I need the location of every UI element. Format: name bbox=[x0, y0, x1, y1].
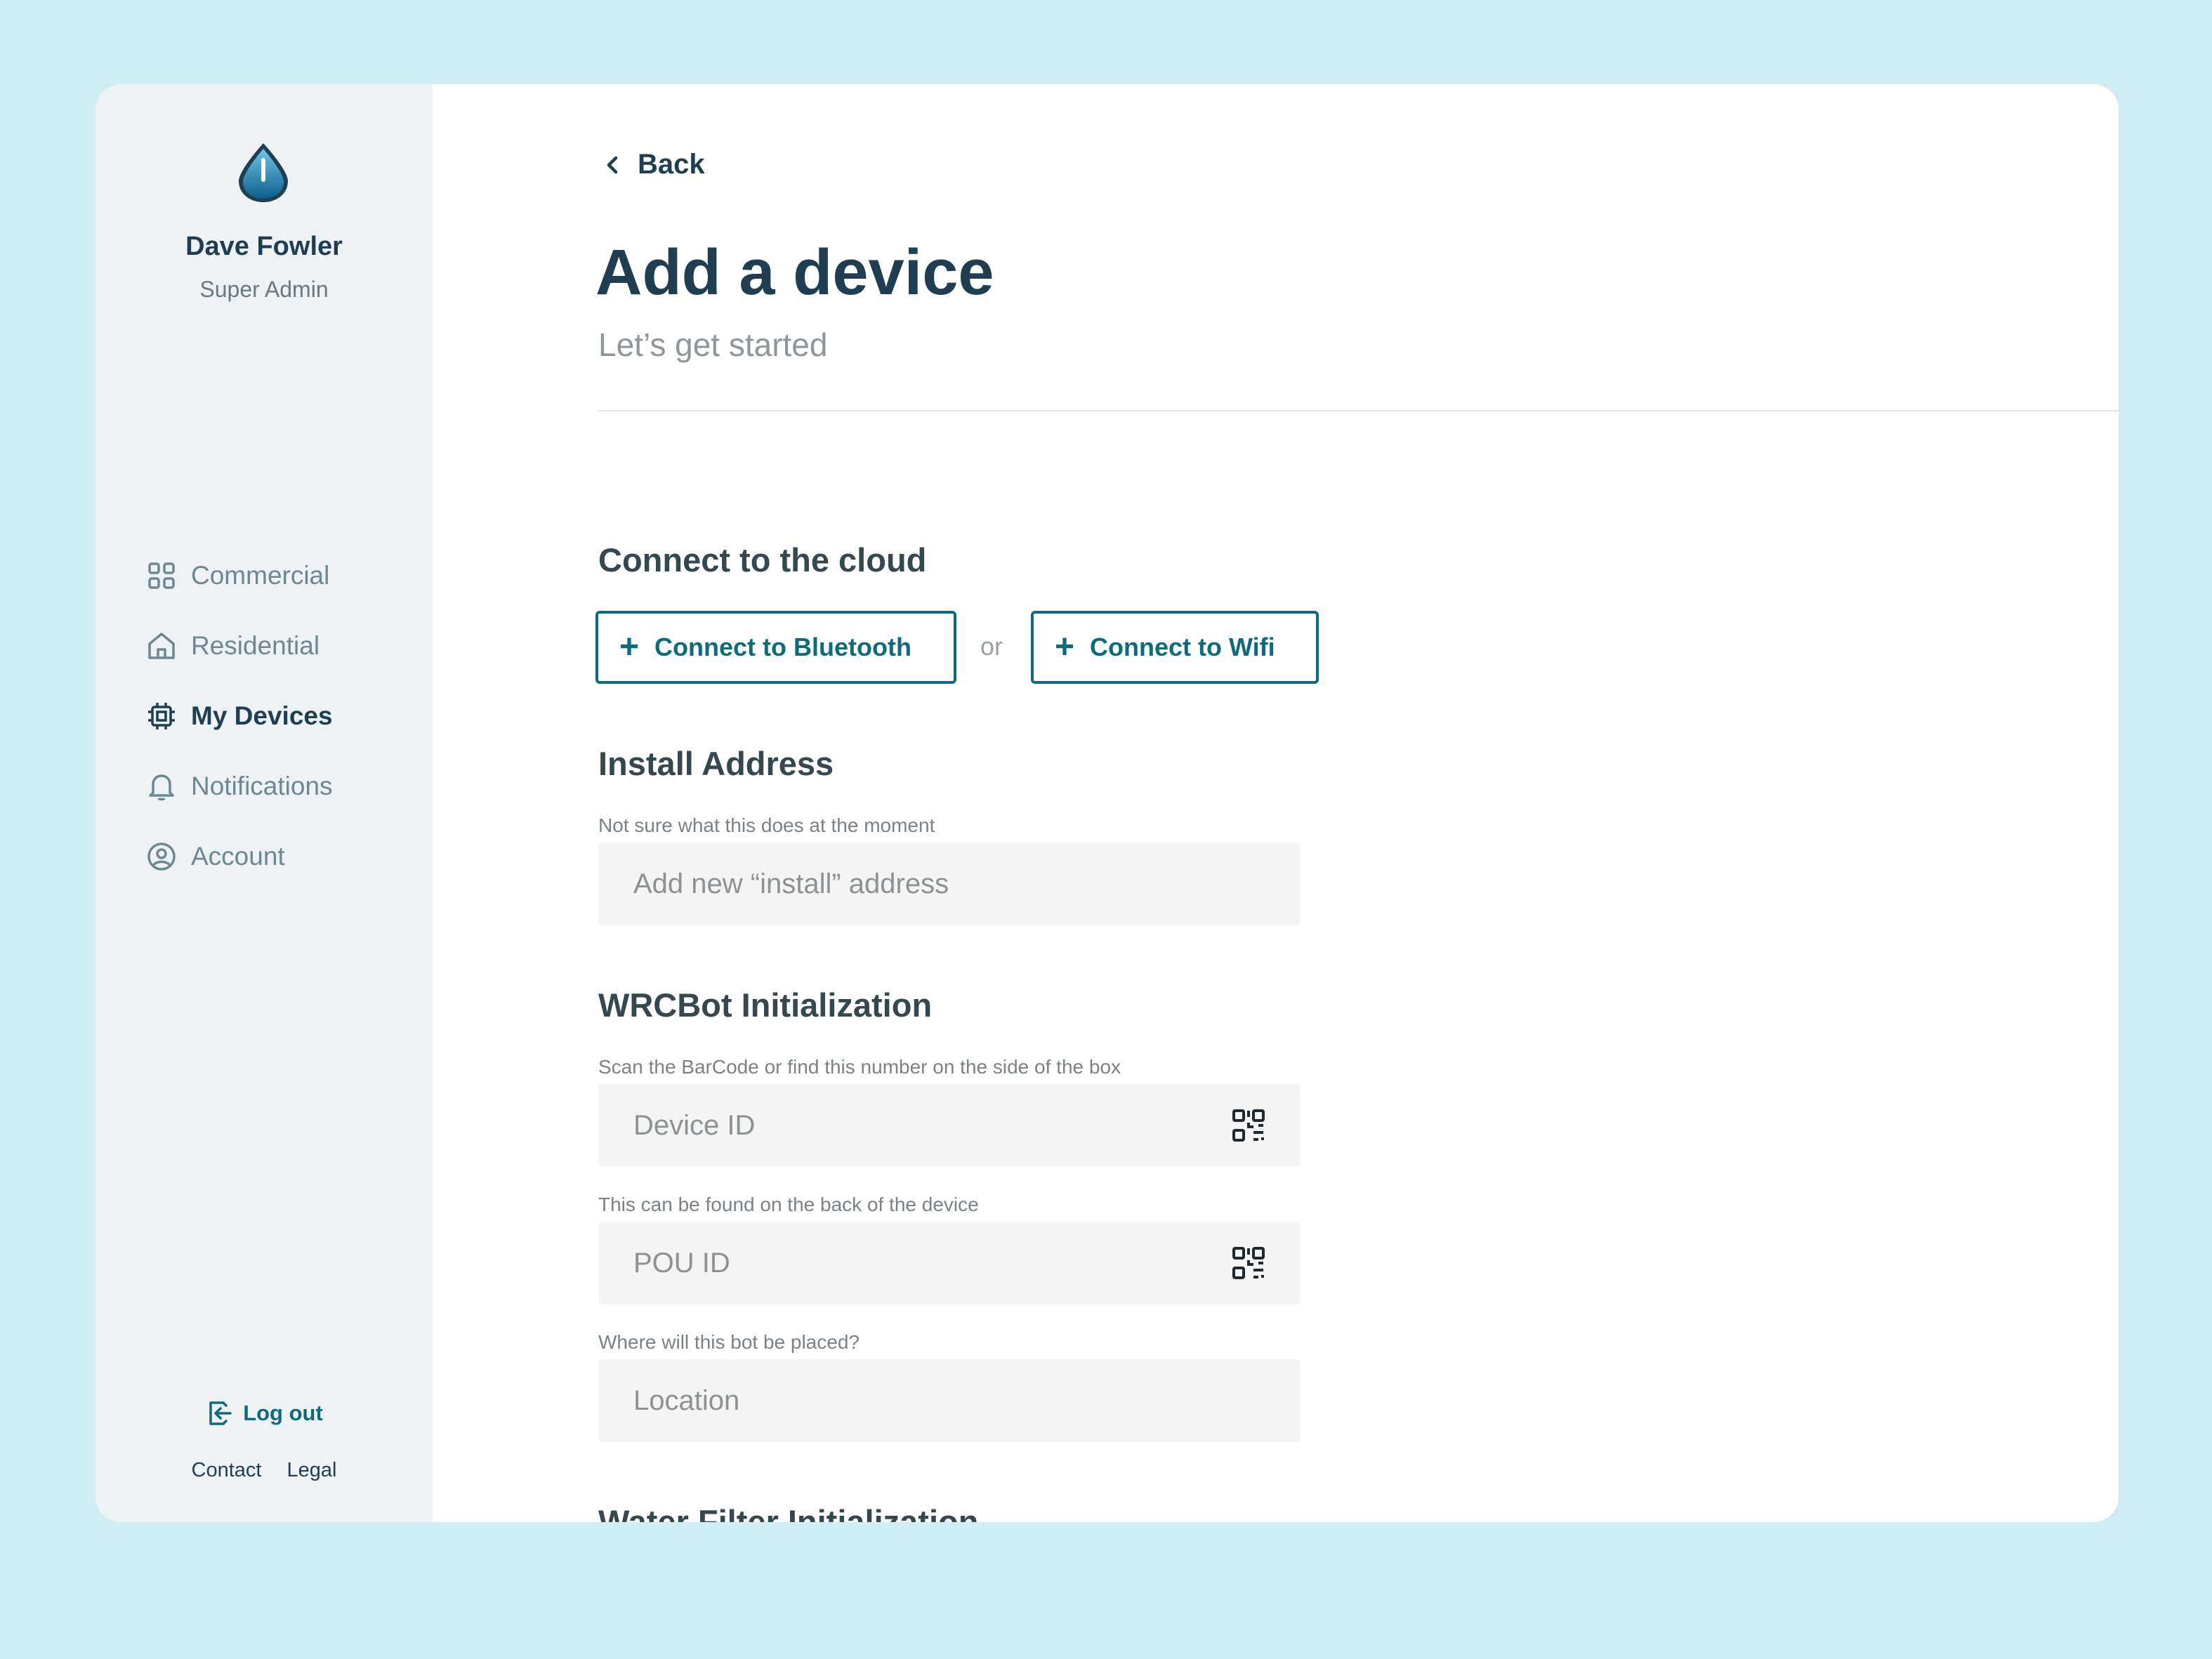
divider bbox=[598, 410, 2119, 411]
bell-icon bbox=[146, 771, 177, 802]
sidebar-item-notifications[interactable]: Notifications bbox=[146, 765, 333, 807]
device-id-input[interactable] bbox=[633, 1109, 1232, 1142]
connect-wifi-button[interactable]: + Connect to Wifi bbox=[1031, 611, 1319, 684]
sidebar-item-label: Commercial bbox=[191, 561, 330, 590]
user-name: Dave Fowler bbox=[185, 232, 343, 261]
sidebar-item-label: Residential bbox=[191, 631, 320, 660]
water-drop-logo-icon bbox=[239, 143, 288, 202]
legal-link[interactable]: Legal bbox=[287, 1459, 336, 1482]
section-title-wrcbot: WRCBot Initialization bbox=[598, 986, 933, 1024]
user-role: Super Admin bbox=[199, 277, 329, 302]
pou-id-hint: This can be found on the back of the dev… bbox=[598, 1194, 979, 1215]
grid-icon bbox=[146, 560, 177, 591]
page-title: Add a device bbox=[595, 237, 994, 308]
sidebar-item-account[interactable]: Account bbox=[146, 835, 285, 878]
logout-icon bbox=[209, 1401, 232, 1425]
plus-icon: + bbox=[619, 628, 640, 666]
sidebar-item-label: Notifications bbox=[191, 772, 333, 800]
qr-scan-icon[interactable] bbox=[1232, 1246, 1265, 1280]
plus-icon: + bbox=[1055, 628, 1075, 666]
location-hint: Where will this bot be placed? bbox=[598, 1331, 860, 1353]
connect-wifi-label: Connect to Wifi bbox=[1090, 633, 1275, 661]
install-address-field[interactable] bbox=[598, 842, 1301, 925]
sidebar: Dave Fowler Super Admin Commercial Resid… bbox=[96, 84, 433, 1522]
sidebar-item-my-devices[interactable]: My Devices bbox=[146, 695, 333, 737]
sidebar-item-label: My Devices bbox=[191, 701, 333, 730]
sidebar-item-commercial[interactable]: Commercial bbox=[146, 555, 329, 597]
pou-id-field[interactable] bbox=[598, 1222, 1301, 1304]
sidebar-item-residential[interactable]: Residential bbox=[146, 625, 320, 667]
install-address-input[interactable] bbox=[633, 868, 1265, 900]
logout-label: Log out bbox=[243, 1401, 323, 1425]
pou-id-input[interactable] bbox=[633, 1247, 1232, 1279]
section-title-install: Install Address bbox=[598, 745, 834, 782]
contact-link[interactable]: Contact bbox=[192, 1459, 262, 1482]
location-field[interactable] bbox=[598, 1359, 1301, 1442]
page-subtitle: Let’s get started bbox=[598, 326, 828, 363]
chip-icon bbox=[146, 701, 177, 732]
section-title-filter: Water Filter Initialization bbox=[598, 1503, 979, 1522]
location-input[interactable] bbox=[633, 1384, 1265, 1417]
connect-bluetooth-label: Connect to Bluetooth bbox=[654, 633, 911, 661]
qr-scan-icon[interactable] bbox=[1232, 1109, 1265, 1142]
home-icon bbox=[146, 630, 177, 661]
or-label: or bbox=[980, 632, 1003, 661]
footer-links: Contact Legal bbox=[96, 1459, 433, 1482]
device-id-hint: Scan the BarCode or find this number on … bbox=[598, 1056, 1121, 1078]
install-hint: Not sure what this does at the moment bbox=[598, 814, 935, 836]
user-circle-icon bbox=[146, 841, 177, 872]
logout-button[interactable]: Log out bbox=[96, 1399, 433, 1428]
back-label: Back bbox=[638, 149, 705, 180]
back-button[interactable]: Back bbox=[601, 149, 705, 180]
main-content: Back Add a device Let’s get started Conn… bbox=[433, 84, 2119, 1522]
app-window: Dave Fowler Super Admin Commercial Resid… bbox=[96, 84, 2119, 1522]
chevron-left-icon bbox=[607, 156, 618, 173]
connect-bluetooth-button[interactable]: + Connect to Bluetooth bbox=[595, 611, 956, 684]
section-title-cloud: Connect to the cloud bbox=[598, 541, 927, 579]
device-id-field[interactable] bbox=[598, 1084, 1301, 1167]
sidebar-item-label: Account bbox=[191, 842, 285, 871]
